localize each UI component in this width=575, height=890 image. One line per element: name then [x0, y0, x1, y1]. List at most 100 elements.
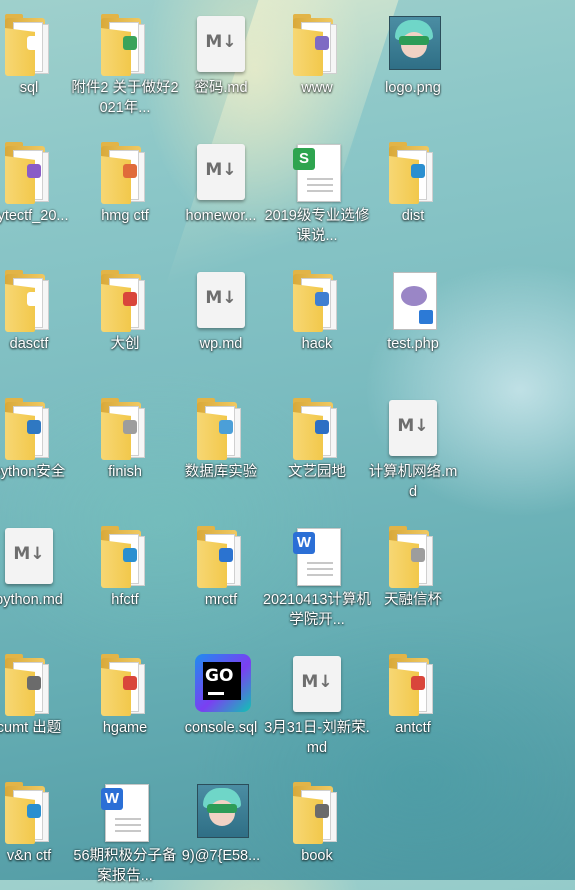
image-thumbnail-icon [193, 782, 249, 844]
desktop-item[interactable]: M↓ homewor... [173, 130, 269, 250]
desktop-item-label: 2019级专业选修课说... [264, 208, 370, 244]
desktop-item-label: 附件2 关于做好2021年... [71, 80, 179, 116]
desktop-item-label: finish [108, 464, 142, 480]
folder-icon [193, 526, 249, 588]
desktop-item[interactable]: 天融信杯 [365, 514, 461, 634]
desktop-item[interactable]: W 20210413计算机学院开... [263, 514, 371, 634]
folder-icon [1, 398, 57, 460]
desktop-item-label: 天融信杯 [384, 592, 442, 608]
desktop-item[interactable]: cumt 出题 [0, 642, 77, 762]
desktop-item-label: hack [301, 336, 333, 352]
folder-icon [97, 14, 153, 76]
desktop-item-label: 56期积极分子备案报告... [73, 848, 177, 884]
desktop-item-label: python.md [0, 592, 63, 608]
image-thumbnail-icon [385, 14, 441, 76]
desktop-item-label: python安全 [0, 464, 66, 480]
desktop-item-label: 密码.md [194, 80, 248, 96]
desktop-item-label: 计算机网络.md [368, 464, 458, 500]
desktop-item-label: v&n ctf [6, 848, 52, 864]
desktop-item[interactable]: test.php [365, 258, 461, 378]
desktop-item-label: sql [19, 80, 39, 96]
folder-icon [289, 14, 345, 76]
desktop-item[interactable]: M↓ python.md [0, 514, 77, 634]
desktop-item-label: hfctf [111, 592, 139, 608]
desktop-item-label: console.sql [184, 720, 258, 736]
desktop-item-label: mrctf [204, 592, 238, 608]
php-file-icon [385, 270, 441, 332]
markdown-file-icon: M↓ [385, 398, 441, 460]
folder-icon [385, 526, 441, 588]
desktop-item[interactable]: 大创 [77, 258, 173, 378]
desktop-item[interactable]: sql [0, 2, 77, 122]
desktop-item[interactable]: hgame [77, 642, 173, 762]
markdown-file-icon: M↓ [289, 654, 345, 716]
desktop-item-label: bytectf_20... [0, 208, 69, 224]
desktop-item-label: www [301, 80, 333, 96]
desktop-item-label: 9)@7{E58... [181, 848, 261, 864]
desktop-item-label: test.php [387, 336, 439, 352]
document-file-icon: S [289, 142, 345, 204]
desktop-item[interactable]: hfctf [77, 514, 173, 634]
desktop-item-label: antctf [395, 720, 431, 736]
desktop-item[interactable]: bytectf_20... [0, 130, 77, 250]
markdown-file-icon: M↓ [1, 526, 57, 588]
folder-icon [1, 270, 57, 332]
desktop-item[interactable]: dasctf [0, 258, 77, 378]
desktop-item[interactable]: 9)@7{E58... [173, 770, 269, 890]
markdown-file-icon: M↓ [193, 270, 249, 332]
goland-app-icon: GO [193, 654, 251, 716]
folder-icon [289, 270, 345, 332]
folder-icon [1, 142, 57, 204]
desktop-item-label: logo.png [385, 80, 441, 96]
markdown-file-icon: M↓ [193, 14, 249, 76]
desktop-item[interactable]: mrctf [173, 514, 269, 634]
desktop-item[interactable]: M↓ 计算机网络.md [365, 386, 461, 506]
desktop-item-label: homewor... [185, 208, 257, 224]
folder-icon [1, 654, 57, 716]
desktop-item-label: dasctf [9, 336, 49, 352]
document-file-icon: W [97, 782, 153, 844]
desktop-item[interactable]: python安全 [0, 386, 77, 506]
folder-icon [97, 526, 153, 588]
folder-icon [385, 654, 441, 716]
desktop-item[interactable]: dist [365, 130, 461, 250]
desktop-item[interactable]: logo.png [365, 2, 461, 122]
desktop-item[interactable]: M↓ 3月31日-刘新荣.md [264, 642, 370, 762]
desktop-item[interactable]: antctf [365, 642, 461, 762]
folder-icon [97, 270, 153, 332]
folder-icon [1, 782, 57, 844]
desktop-item-label: dist [401, 208, 425, 224]
desktop-item-label: hmg ctf [101, 208, 149, 224]
desktop-item[interactable]: hack [269, 258, 365, 378]
desktop-item[interactable]: W 56期积极分子备案报告... [73, 770, 177, 890]
folder-icon [289, 398, 345, 460]
folder-icon [97, 142, 153, 204]
desktop-item[interactable]: 数据库实验 [173, 386, 269, 506]
desktop-item[interactable]: finish [77, 386, 173, 506]
desktop-item[interactable]: www [269, 2, 365, 122]
desktop-icon-grid: sql 附件2 关于做好2021年... M↓ 密码.md www logo.pn… [0, 0, 575, 884]
folder-icon [97, 654, 153, 716]
desktop-item-label: cumt 出题 [0, 720, 62, 736]
folder-icon [1, 14, 57, 76]
desktop-item[interactable]: 附件2 关于做好2021年... [71, 2, 179, 122]
desktop-item-label: 数据库实验 [184, 464, 258, 480]
desktop-item-label: 文艺园地 [288, 464, 346, 480]
desktop-item[interactable]: book [269, 770, 365, 890]
desktop-item[interactable]: hmg ctf [77, 130, 173, 250]
desktop-item-label: hgame [102, 720, 148, 736]
folder-icon [97, 398, 153, 460]
desktop-item[interactable]: v&n ctf [0, 770, 77, 890]
desktop-item-label: wp.md [199, 336, 243, 352]
desktop-item[interactable]: S 2019级专业选修课说... [265, 130, 369, 250]
folder-icon [193, 398, 249, 460]
desktop-item-label: 20210413计算机学院开... [262, 592, 371, 628]
desktop-item-label: book [301, 848, 333, 864]
desktop-item[interactable]: 文艺园地 [269, 386, 365, 506]
desktop-item[interactable]: M↓ wp.md [173, 258, 269, 378]
desktop-item-label: 大创 [110, 336, 140, 352]
desktop-item[interactable]: M↓ 密码.md [173, 2, 269, 122]
desktop-item[interactable]: GO console.sql [173, 642, 269, 762]
folder-icon [289, 782, 345, 844]
folder-icon [385, 142, 441, 204]
